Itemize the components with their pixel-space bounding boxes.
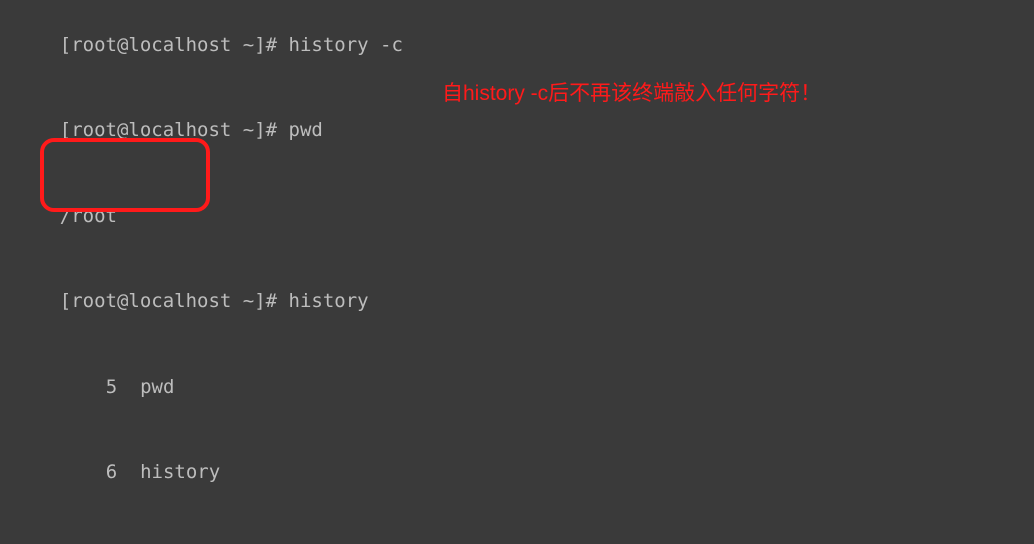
history-command: pwd — [140, 376, 174, 398]
top-history-entry-5: 5 pwd — [0, 344, 1034, 430]
prompt: [root@localhost ~]# — [60, 34, 289, 56]
top-line-pwd-output: /root — [0, 173, 1034, 259]
top-line-history-cmd: [root@localhost ~]# history — [0, 259, 1034, 345]
output-text: /root — [60, 205, 117, 227]
history-number: 5 — [106, 376, 117, 398]
history-gap — [117, 461, 140, 483]
prompt: [root@localhost ~]# — [60, 290, 289, 312]
top-line-history-c: [root@localhost ~]# history -c — [0, 2, 1034, 88]
annotation-text: 自history -c后不再该终端敲入任何字符！ — [442, 78, 821, 110]
terminal-pane-top[interactable]: [root@localhost ~]# history -c [root@loc… — [0, 0, 1034, 544]
history-gap — [117, 376, 140, 398]
history-command: history — [140, 461, 220, 483]
command-text: history -c — [289, 34, 403, 56]
top-history-entry-6: 6 history — [0, 430, 1034, 516]
command-text: history — [289, 290, 369, 312]
top-line-empty-prompt: [root@localhost ~]# — [0, 515, 1034, 544]
prompt: [root@localhost ~]# — [60, 119, 289, 141]
command-text: pwd — [289, 119, 323, 141]
history-number: 6 — [106, 461, 117, 483]
